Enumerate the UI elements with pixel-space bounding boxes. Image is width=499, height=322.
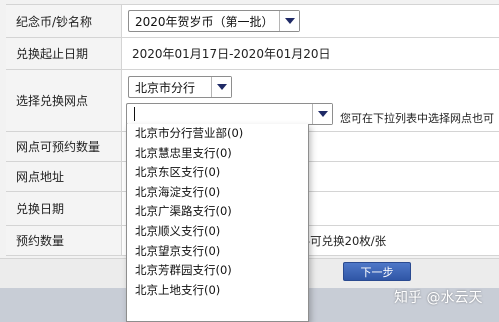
branch-input[interactable] xyxy=(126,103,333,125)
quantity-label: 预约数量 xyxy=(6,226,122,255)
dropdown-option[interactable]: 北京市分行营业部(0) xyxy=(127,124,308,144)
branch-dropdown-list[interactable]: 北京市分行营业部(0) 北京慧忠里支行(0) 北京东区支行(0) 北京海淀支行(… xyxy=(126,124,309,322)
next-step-button[interactable]: 下一步 xyxy=(343,262,411,281)
dropdown-option[interactable]: 北京顺义支行(0) xyxy=(127,222,308,242)
dropdown-option[interactable]: 北京望京支行(0) xyxy=(127,242,308,262)
coin-name-value: 2020年贺岁币（第一批） xyxy=(135,14,274,29)
dropdown-option[interactable]: 北京广渠路支行(0) xyxy=(127,202,308,222)
chevron-down-icon[interactable] xyxy=(279,11,299,31)
dropdown-option[interactable]: 北京上地支行(0) xyxy=(127,281,308,301)
city-select[interactable]: 北京市分行 xyxy=(128,76,232,98)
dropdown-option[interactable]: 北京芳群园支行(0) xyxy=(127,261,308,281)
exchange-date-label: 兑换日期 xyxy=(6,192,122,225)
branch-label: 选择兑换网点 xyxy=(6,70,122,131)
reservation-form: 纪念币/钞名称 2020年贺岁币（第一批） 兑换起止日期 2020年01月17日… xyxy=(0,0,499,322)
dropdown-option[interactable]: 北京海淀支行(0) xyxy=(127,183,308,203)
watermark-text: 知乎 @水云天 xyxy=(394,290,483,306)
period-row: 兑换起止日期 2020年01月17日-2020年01月20日 xyxy=(6,38,499,70)
chevron-down-icon[interactable] xyxy=(211,77,231,97)
city-select-value: 北京市分行 xyxy=(135,80,196,95)
coin-name-select[interactable]: 2020年贺岁币（第一批） xyxy=(128,10,300,32)
coin-name-label: 纪念币/钞名称 xyxy=(6,5,122,37)
branch-hint-text: 您可在下拉列表中选择网点也可 xyxy=(340,112,494,125)
chevron-down-icon[interactable] xyxy=(312,104,332,124)
address-label: 网点地址 xyxy=(6,162,122,191)
quantity-note: -可兑换20枚/张 xyxy=(306,234,387,248)
dropdown-option[interactable]: 北京东区支行(0) xyxy=(127,163,308,183)
text-caret xyxy=(134,107,135,121)
reserve-count-label: 网点可预约数量 xyxy=(6,132,122,161)
period-label: 兑换起止日期 xyxy=(6,38,122,69)
period-value: 2020年01月17日-2020年01月20日 xyxy=(132,47,331,61)
dropdown-option[interactable]: 北京慧忠里支行(0) xyxy=(127,144,308,164)
coin-name-row: 纪念币/钞名称 2020年贺岁币（第一批） xyxy=(6,4,499,38)
